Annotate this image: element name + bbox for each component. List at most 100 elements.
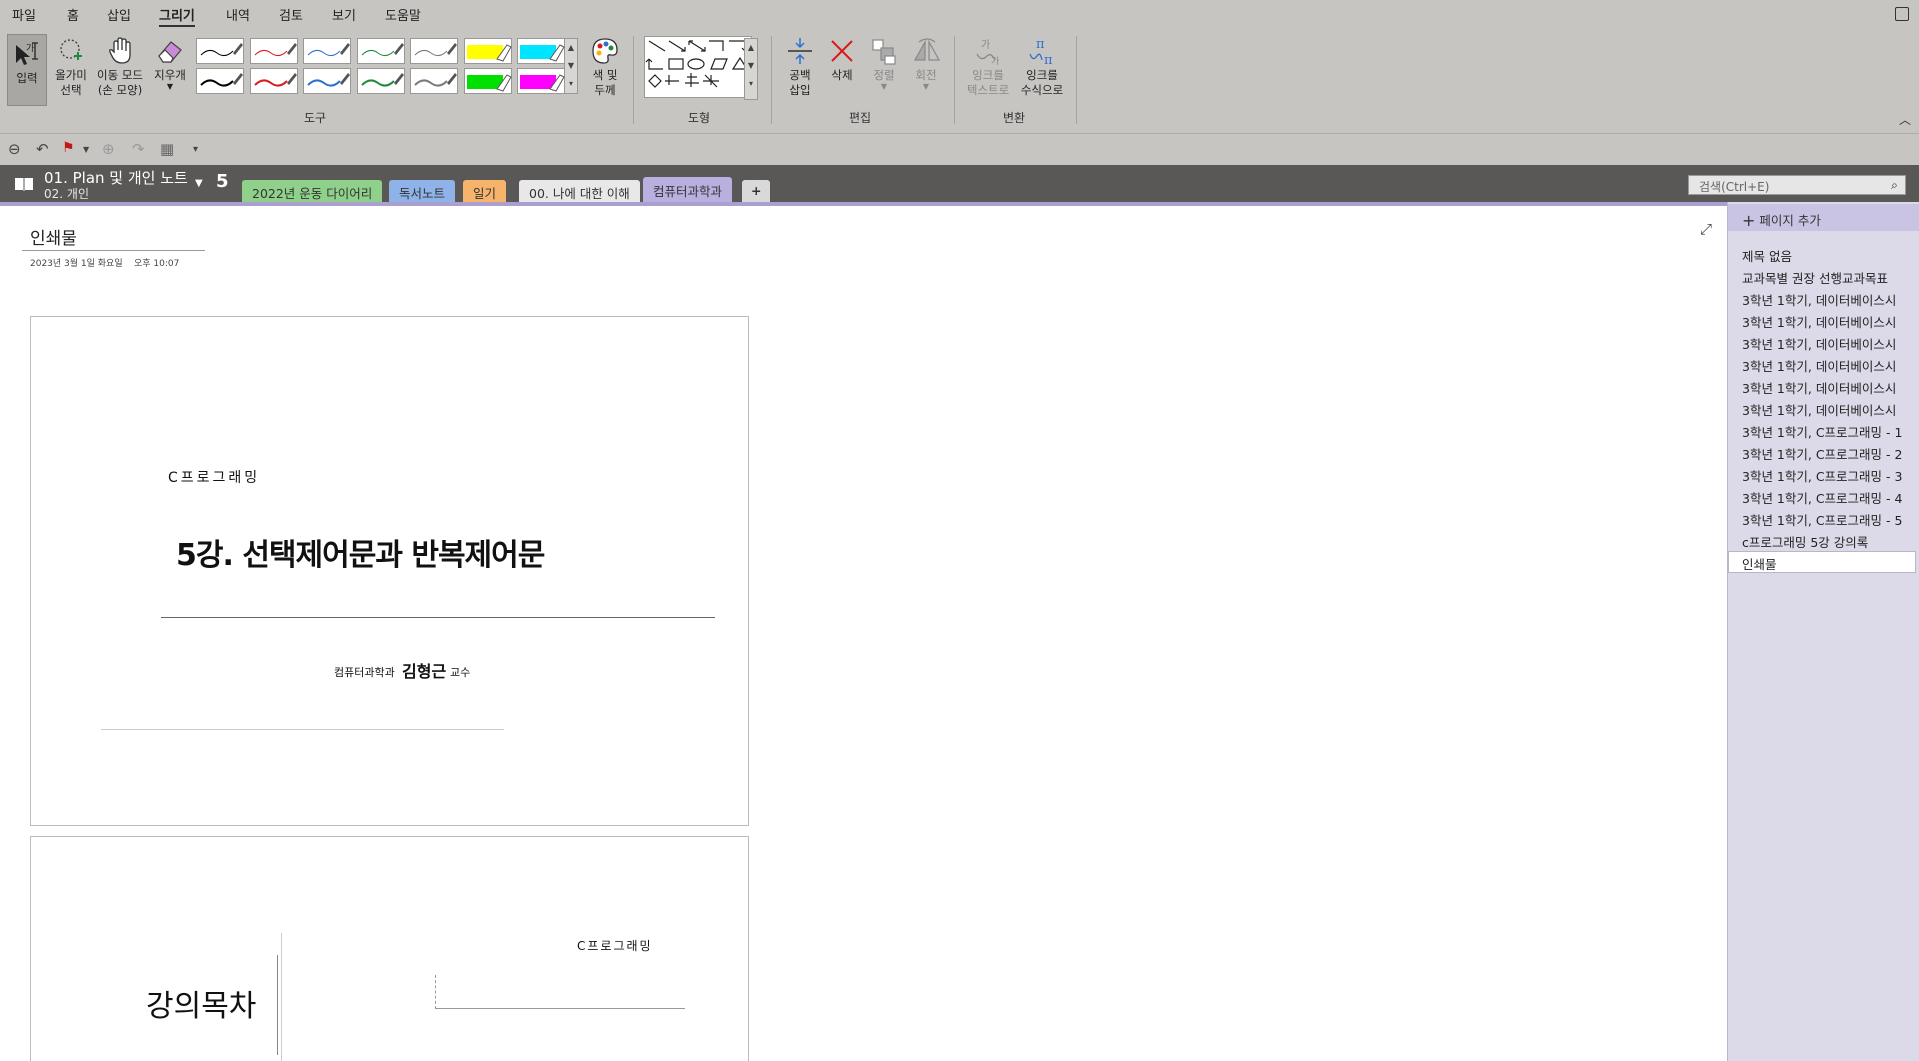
chevron-down-icon[interactable]: ▼ — [83, 145, 89, 154]
search-input[interactable]: 검색(Ctrl+E) — [1688, 175, 1888, 195]
page-list-item[interactable]: 제목 없음 — [1742, 246, 1914, 265]
group-label-convert: 변환 — [1003, 111, 1026, 125]
page-list-item[interactable]: 3학년 1학기, C프로그래밍 - 1 — [1742, 422, 1914, 441]
notebook-bar: 01. Plan 및 개인 노트 02. 개인 ▼ 5 2022년 운동 다이어… — [0, 165, 1919, 202]
page-canvas[interactable]: 인쇄물 2023년 3월 1일 화요일 오후 10:07 ⤢ C프로그래밍 5강… — [0, 202, 1727, 1061]
menu-review[interactable]: 검토 — [279, 5, 303, 24]
pen-swatch[interactable] — [410, 38, 458, 64]
shapes-icon — [645, 40, 749, 88]
navigation-badge[interactable]: 5 — [216, 171, 229, 192]
eraser-label: 지우개 — [154, 68, 186, 82]
notebook-icon[interactable] — [14, 176, 34, 191]
insert-space-button[interactable]: 공백 삽입 — [780, 36, 820, 98]
pen-swatch[interactable] — [356, 38, 405, 64]
color-thickness-button[interactable]: 색 및 두께 — [585, 36, 625, 98]
page-list-item[interactable]: 3학년 1학기, C프로그래밍 - 5 — [1742, 510, 1914, 529]
page-list-item[interactable]: 3학년 1학기, 데이터베이스시 — [1742, 400, 1914, 419]
pen-swatch[interactable] — [463, 68, 512, 94]
hand-icon — [109, 37, 131, 64]
section-group-name[interactable]: 02. 개인 — [44, 185, 89, 202]
chevron-down-icon[interactable]: ▼ — [906, 83, 946, 91]
page-list-item[interactable]: 3학년 1학기, C프로그래밍 - 4 — [1742, 488, 1914, 507]
menu-help[interactable]: 도움말 — [385, 5, 421, 24]
chevron-down-icon[interactable]: ▼ — [195, 178, 203, 189]
pen-swatch[interactable] — [249, 68, 298, 94]
pen-swatch[interactable] — [410, 68, 458, 94]
menu-draw[interactable]: 그리기 — [159, 5, 195, 27]
pen-swatch[interactable] — [517, 38, 565, 64]
ink-to-math-label: 잉크를 수식으로 — [1020, 68, 1064, 97]
menu-file[interactable]: 파일 — [12, 5, 36, 24]
menu-history[interactable]: 내역 — [226, 5, 250, 24]
rotate-button[interactable]: 회전 ▼ — [906, 36, 946, 91]
lasso-select-button[interactable]: 올가미 선택 — [51, 36, 91, 98]
menu-insert[interactable]: 삽입 — [107, 5, 131, 24]
page-list-item[interactable]: 3학년 1학기, C프로그래밍 - 2 — [1742, 444, 1914, 463]
add-section-button[interactable]: + — [742, 180, 771, 202]
pen-swatch[interactable] — [196, 38, 244, 64]
printout-slide[interactable]: C프로그래밍 강의목차 — [30, 836, 749, 1061]
page-list-item[interactable]: 3학년 1학기, 데이터베이스시 — [1742, 356, 1914, 375]
draw-toolbar: 가 입력 올가미 선택 이동 모드 (손 모양) 지우개 ▼ ▲ ▼ ▾ 색 및… — [0, 32, 1919, 125]
slide-department: 컴퓨터과학과 — [334, 666, 395, 679]
section-tab[interactable]: 컴퓨터과학과 — [643, 177, 733, 202]
group-separator — [1076, 36, 1077, 124]
add-page-button[interactable]: + 페이지 추가 — [1728, 204, 1919, 231]
page-list-item[interactable]: 3학년 1학기, C프로그래밍 - 3 — [1742, 466, 1914, 485]
shape-gallery[interactable] — [644, 36, 752, 98]
pen-swatch[interactable] — [303, 68, 351, 94]
group-label-edit: 편집 — [849, 111, 872, 125]
table-icon[interactable]: ▦ — [160, 140, 174, 158]
page-list-item[interactable]: 3학년 1학기, 데이터베이스시 — [1742, 312, 1914, 331]
forward-icon[interactable]: ⊕ — [102, 140, 115, 158]
lasso-label: 올가미 선택 — [55, 68, 87, 97]
pen-swatch[interactable] — [463, 38, 512, 64]
pen-swatch[interactable] — [249, 38, 298, 64]
menu-home[interactable]: 홈 — [67, 5, 79, 24]
menu-view[interactable]: 보기 — [332, 5, 356, 24]
expand-icon[interactable]: ⤢ — [1700, 220, 1712, 238]
pen-swatch[interactable] — [517, 68, 565, 94]
section-tab[interactable]: 일기 — [463, 180, 507, 202]
notebook-sticky-icon[interactable] — [1895, 7, 1909, 21]
page-list-item[interactable]: 3학년 1학기, 데이터베이스시 — [1742, 334, 1914, 353]
section-tab[interactable]: 2022년 운동 다이어리 — [242, 180, 383, 202]
page-list-item[interactable]: 3학년 1학기, 데이터베이스시 — [1742, 378, 1914, 397]
customize-qat-icon[interactable]: ▾ — [193, 144, 198, 155]
shape-gallery-scroll[interactable]: ▲ ▼ ▾ — [744, 38, 758, 100]
page-title[interactable]: 인쇄물 — [30, 224, 77, 249]
page-list-item[interactable]: 3학년 1학기, 데이터베이스시 — [1742, 290, 1914, 309]
page-list-item[interactable]: 교과목별 권장 선행교과목표 — [1742, 268, 1914, 287]
add-page-label: 페이지 추가 — [1759, 213, 1821, 228]
delete-button[interactable]: 삭제 — [822, 36, 862, 83]
arrange-button[interactable]: 정렬 ▼ — [864, 36, 904, 91]
chevron-down-icon[interactable]: ▼ — [150, 83, 190, 91]
page-list-panel: + 페이지 추가 제목 없음교과목별 권장 선행교과목표 3학년 1학기, 데이터베… — [1727, 202, 1919, 1061]
input-button[interactable]: 가 입력 — [7, 34, 47, 106]
undo-icon[interactable]: ↶ — [36, 140, 49, 158]
pen-gallery-scroll[interactable]: ▲ ▼ ▾ — [564, 38, 578, 94]
search-icon[interactable]: ⌕ — [1884, 175, 1906, 195]
page-list-item-current[interactable]: 인쇄물 — [1728, 551, 1916, 573]
back-icon[interactable]: ⊖ — [8, 140, 21, 158]
ink-to-text-button[interactable]: 가 가 잉크를 텍스트로 — [962, 36, 1014, 98]
page-list-item[interactable]: c프로그래밍 5강 강의록 — [1742, 532, 1914, 551]
pen-swatch[interactable] — [196, 68, 244, 94]
redo-icon[interactable]: ↷ — [132, 140, 145, 158]
delete-x-icon — [831, 40, 853, 62]
section-tab[interactable]: 독서노트 — [389, 180, 456, 202]
section-tab[interactable]: 00. 나에 대한 이해 — [519, 180, 640, 202]
lasso-icon — [60, 39, 82, 60]
printout-slide[interactable]: C프로그래밍 5강. 선택제어문과 반복제어문 컴퓨터과학과 김형근 교수 — [30, 316, 749, 826]
eraser-button[interactable]: 지우개 ▼ — [150, 36, 190, 91]
pen-swatch[interactable] — [356, 68, 405, 94]
chevron-down-icon[interactable]: ▼ — [864, 83, 904, 91]
menu-bar: 파일 홈 삽입 그리기 내역 검토 보기 도움말 — [0, 0, 1919, 28]
pen-swatch[interactable] — [303, 38, 351, 64]
pan-mode-button[interactable]: 이동 모드 (손 모양) — [92, 36, 148, 98]
input-label: 입력 — [16, 71, 38, 85]
flag-icon[interactable]: ⚑ — [62, 140, 75, 156]
collapse-ribbon-icon[interactable]: ︿ — [1899, 111, 1911, 128]
svg-text:가: 가 — [981, 39, 990, 51]
ink-to-math-button[interactable]: π π 잉크를 수식으로 — [1016, 36, 1068, 98]
